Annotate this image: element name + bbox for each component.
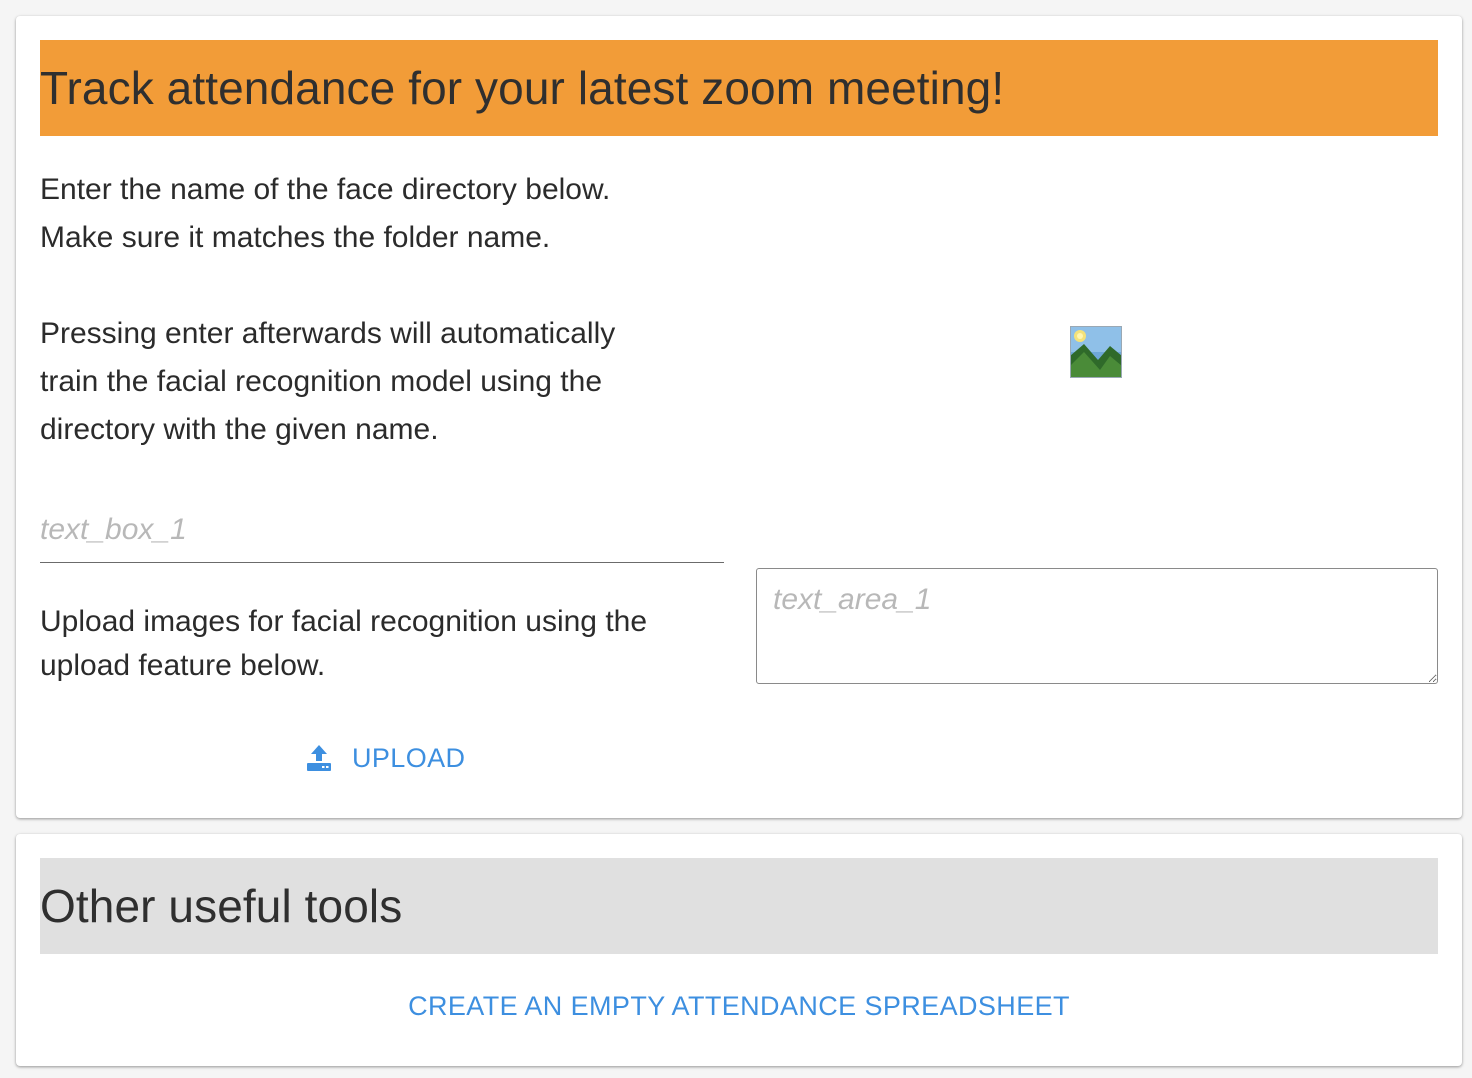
tools-title: Other useful tools [40, 880, 403, 932]
output-text-area[interactable] [756, 568, 1438, 684]
training-instructions-line: Pressing enter afterwards will automatic… [40, 317, 616, 350]
attendance-card: Track attendance for your latest zoom me… [16, 16, 1462, 818]
tools-card: Other useful tools CREATE AN EMPTY ATTEN… [16, 834, 1462, 1066]
upload-icon [304, 743, 334, 773]
training-instructions: Pressing enter afterwards will automatic… [40, 310, 720, 454]
training-instructions-line: train the facial recognition model using… [40, 365, 603, 398]
text-box-underline [40, 502, 724, 563]
upload-instructions: Upload images for facial recognition usi… [40, 600, 740, 688]
upload-button-label: UPLOAD [352, 742, 466, 773]
directory-instructions: Enter the name of the face directory bel… [40, 166, 720, 262]
upload-instructions-line: upload feature below. [40, 649, 326, 682]
face-directory-input[interactable] [40, 502, 724, 558]
image-icon [1070, 326, 1122, 378]
upload-button[interactable]: UPLOAD [304, 738, 465, 778]
tools-header-bar: Other useful tools [40, 858, 1438, 954]
training-instructions-line: directory with the given name. [40, 413, 439, 446]
upload-instructions-line: Upload images for facial recognition usi… [40, 605, 648, 638]
create-spreadsheet-button[interactable]: CREATE AN EMPTY ATTENDANCE SPREADSHEET [16, 986, 1462, 1026]
directory-instructions-line: Enter the name of the face directory bel… [40, 173, 611, 206]
directory-instructions-line: Make sure it matches the folder name. [40, 221, 551, 254]
attendance-header-bar: Track attendance for your latest zoom me… [40, 40, 1438, 136]
attendance-title: Track attendance for your latest zoom me… [40, 62, 1005, 114]
